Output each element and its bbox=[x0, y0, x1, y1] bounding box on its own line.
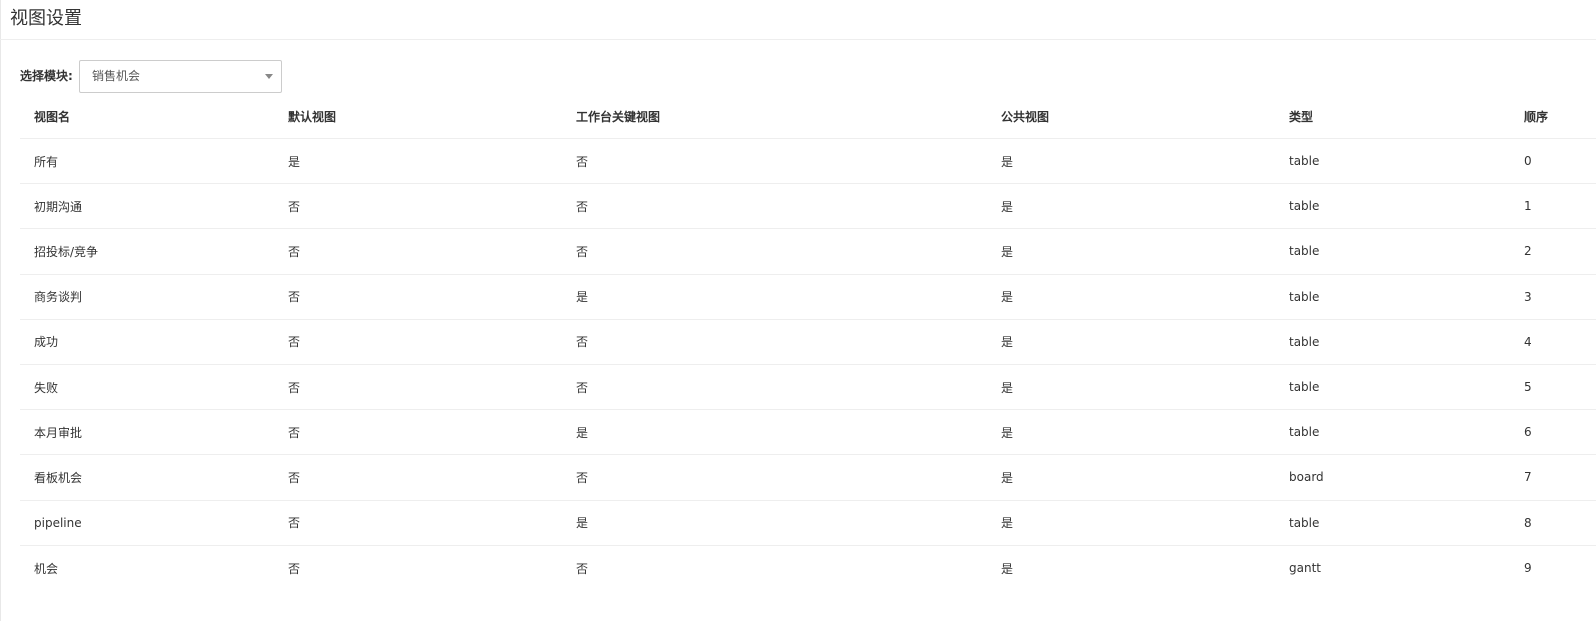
table-row[interactable]: 招投标/竞争 否 否 是 table 2 bbox=[20, 229, 1596, 275]
cell-type: table bbox=[1289, 244, 1320, 259]
cell-default-view: 否 bbox=[288, 516, 301, 531]
cell-workbench-key-view: 是 bbox=[576, 425, 589, 440]
cell-default-view: 是 bbox=[288, 154, 301, 169]
cell-type: board bbox=[1289, 470, 1324, 485]
module-filter-label: 选择模块: bbox=[20, 69, 73, 83]
cell-workbench-key-view: 是 bbox=[576, 516, 589, 531]
table-row[interactable]: pipeline 否 是 是 table 8 bbox=[20, 501, 1596, 546]
cell-default-view: 否 bbox=[288, 380, 301, 395]
chevron-down-icon bbox=[265, 74, 273, 79]
column-header-default-view[interactable]: 默认视图 bbox=[288, 94, 336, 138]
module-select-value: 销售机会 bbox=[92, 69, 141, 83]
cell-order: 8 bbox=[1524, 515, 1532, 530]
cell-default-view: 否 bbox=[288, 561, 301, 576]
cell-public-view: 是 bbox=[1001, 561, 1014, 576]
table-header-row: 视图名 默认视图 工作台关键视图 公共视图 类型 顺序 bbox=[20, 94, 1596, 139]
cell-order: 9 bbox=[1524, 561, 1532, 576]
cell-workbench-key-view: 否 bbox=[576, 199, 589, 214]
cell-default-view: 否 bbox=[288, 290, 301, 305]
table-row[interactable]: 商务谈判 否 是 是 table 3 bbox=[20, 275, 1596, 320]
cell-type: table bbox=[1289, 334, 1320, 349]
cell-view-name: 所有 bbox=[34, 154, 59, 169]
cell-view-name: 初期沟通 bbox=[34, 199, 83, 214]
cell-type: table bbox=[1289, 425, 1320, 440]
cell-type: table bbox=[1289, 199, 1320, 214]
cell-order: 3 bbox=[1524, 289, 1532, 304]
table-row[interactable]: 看板机会 否 否 是 board 7 bbox=[20, 455, 1596, 501]
table-row[interactable]: 成功 否 否 是 table 4 bbox=[20, 320, 1596, 365]
cell-public-view: 是 bbox=[1001, 470, 1014, 485]
cell-workbench-key-view: 是 bbox=[576, 290, 589, 305]
cell-order: 2 bbox=[1524, 244, 1532, 259]
cell-public-view: 是 bbox=[1001, 199, 1014, 214]
cell-view-name: 商务谈判 bbox=[34, 290, 83, 305]
column-header-public-view[interactable]: 公共视图 bbox=[1001, 94, 1049, 138]
cell-view-name: 看板机会 bbox=[34, 470, 83, 485]
cell-view-name: 招投标/竞争 bbox=[34, 244, 99, 259]
cell-workbench-key-view: 否 bbox=[576, 244, 589, 259]
cell-order: 0 bbox=[1524, 154, 1532, 169]
cell-default-view: 否 bbox=[288, 470, 301, 485]
cell-order: 5 bbox=[1524, 380, 1532, 395]
cell-workbench-key-view: 否 bbox=[576, 154, 589, 169]
column-header-type[interactable]: 类型 bbox=[1289, 94, 1313, 138]
cell-default-view: 否 bbox=[288, 199, 301, 214]
cell-public-view: 是 bbox=[1001, 290, 1014, 305]
cell-order: 4 bbox=[1524, 334, 1532, 349]
cell-public-view: 是 bbox=[1001, 380, 1014, 395]
cell-workbench-key-view: 否 bbox=[576, 380, 589, 395]
cell-type: table bbox=[1289, 380, 1320, 395]
cell-type: table bbox=[1289, 515, 1320, 530]
column-header-workbench-key-view[interactable]: 工作台关键视图 bbox=[576, 94, 660, 138]
module-select[interactable]: 销售机会 bbox=[79, 60, 282, 93]
cell-workbench-key-view: 否 bbox=[576, 561, 589, 576]
table-row[interactable]: 初期沟通 否 否 是 table 1 bbox=[20, 184, 1596, 230]
view-settings-page: 视图设置 选择模块: 销售机会 视图名 默认视图 工作台关键视图 公共视图 类型… bbox=[0, 0, 1596, 621]
cell-view-name: 本月审批 bbox=[34, 425, 83, 440]
cell-workbench-key-view: 否 bbox=[576, 335, 589, 350]
page-header: 视图设置 bbox=[0, 0, 1596, 40]
cell-type: table bbox=[1289, 289, 1320, 304]
cell-default-view: 否 bbox=[288, 425, 301, 440]
left-border bbox=[0, 0, 1, 621]
cell-view-name: pipeline bbox=[34, 515, 82, 530]
table-row[interactable]: 失败 否 否 是 table 5 bbox=[20, 365, 1596, 411]
cell-public-view: 是 bbox=[1001, 154, 1014, 169]
cell-order: 7 bbox=[1524, 470, 1532, 485]
table-row[interactable]: 所有 是 否 是 table 0 bbox=[20, 139, 1596, 185]
cell-type: gantt bbox=[1289, 561, 1321, 576]
cell-view-name: 成功 bbox=[34, 335, 59, 350]
column-header-view-name[interactable]: 视图名 bbox=[34, 94, 70, 138]
cell-public-view: 是 bbox=[1001, 516, 1014, 531]
cell-default-view: 否 bbox=[288, 335, 301, 350]
cell-type: table bbox=[1289, 154, 1320, 169]
table-row[interactable]: 机会 否 否 是 gantt 9 bbox=[20, 546, 1596, 591]
table-row[interactable]: 本月审批 否 是 是 table 6 bbox=[20, 410, 1596, 456]
cell-workbench-key-view: 否 bbox=[576, 470, 589, 485]
column-header-order[interactable]: 顺序 bbox=[1524, 94, 1548, 138]
cell-order: 6 bbox=[1524, 425, 1532, 440]
cell-public-view: 是 bbox=[1001, 425, 1014, 440]
views-table: 视图名 默认视图 工作台关键视图 公共视图 类型 顺序 所有 是 否 是 tab… bbox=[20, 94, 1596, 591]
cell-view-name: 失败 bbox=[34, 380, 59, 395]
cell-order: 1 bbox=[1524, 199, 1532, 214]
cell-public-view: 是 bbox=[1001, 244, 1014, 259]
cell-default-view: 否 bbox=[288, 244, 301, 259]
page-title: 视图设置 bbox=[10, 8, 82, 29]
cell-view-name: 机会 bbox=[34, 561, 59, 576]
cell-public-view: 是 bbox=[1001, 335, 1014, 350]
